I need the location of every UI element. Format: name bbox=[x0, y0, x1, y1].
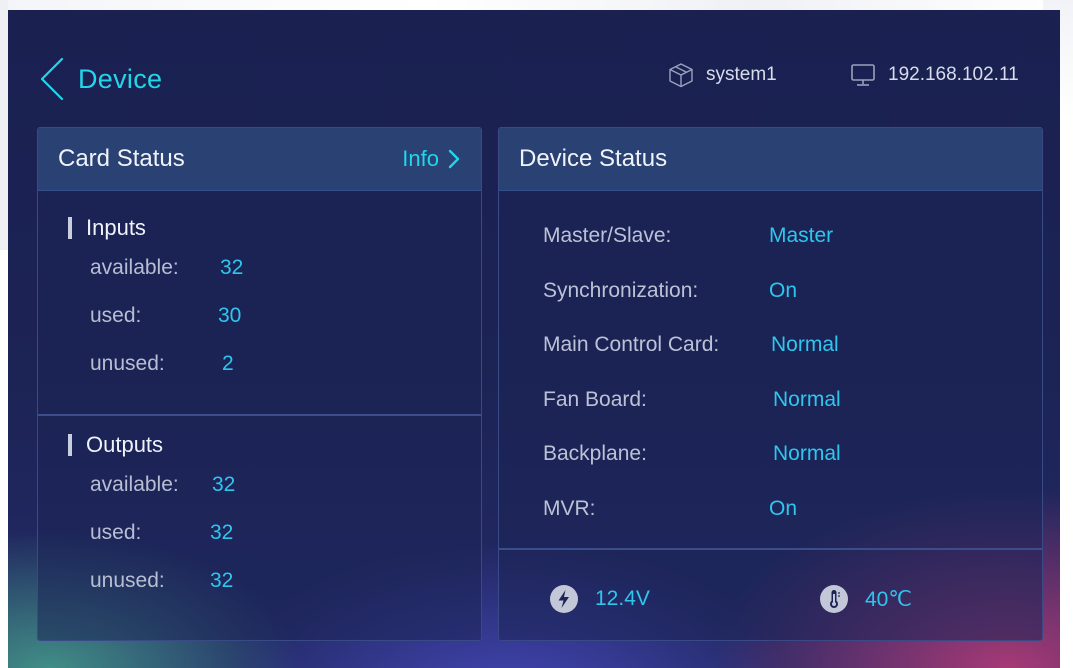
status-label: Main Control Card: bbox=[543, 333, 720, 356]
system-name: system1 bbox=[706, 64, 777, 85]
stat-label: available: bbox=[90, 473, 179, 496]
status-value: Master bbox=[769, 224, 834, 247]
ip-address: 192.168.102.11 bbox=[888, 64, 1019, 85]
stat-value: 30 bbox=[218, 304, 242, 327]
stat-value: 32 bbox=[212, 473, 236, 496]
stat-label: used: bbox=[90, 521, 142, 544]
ip-indicator: 192.168.102.11 bbox=[850, 62, 1019, 88]
device-status-title: Device Status bbox=[519, 145, 668, 172]
status-value: Normal bbox=[773, 387, 841, 411]
status-value: Normal bbox=[773, 442, 841, 465]
chevron-left-icon[interactable] bbox=[38, 56, 66, 102]
device-status-header: Device Status bbox=[499, 128, 1042, 191]
card-status-title: Card Status bbox=[58, 145, 185, 172]
monitor-icon bbox=[851, 64, 875, 86]
main-control-card-row: Main Control Card: Normal bbox=[499, 323, 1042, 378]
outputs-section: Outputs available: 32 used: 32 unused: 3… bbox=[38, 425, 481, 609]
stat-label: unused: bbox=[90, 569, 165, 592]
outputs-title-text: Outputs bbox=[86, 432, 164, 457]
stat-value: 32 bbox=[220, 256, 244, 279]
status-value: On bbox=[769, 278, 798, 302]
voltage-indicator: 12.4V bbox=[549, 584, 650, 614]
status-value: On bbox=[769, 496, 798, 520]
outputs-used-row: used: 32 bbox=[90, 513, 481, 561]
section-marker bbox=[68, 434, 72, 456]
card-status-panel: Card Status Info Inputs available: 32 us… bbox=[37, 127, 482, 641]
inputs-title: Inputs bbox=[68, 208, 481, 248]
stat-value: 2 bbox=[222, 352, 234, 375]
device-status-list: Master/Slave: Master Synchronization: On… bbox=[499, 214, 1042, 541]
chevron-right-icon bbox=[448, 149, 460, 169]
back-button[interactable]: Device bbox=[38, 56, 162, 102]
section-marker bbox=[68, 217, 72, 239]
frame-top-decoration bbox=[0, 0, 1073, 10]
cube-icon bbox=[669, 63, 693, 88]
stat-value: 32 bbox=[210, 521, 234, 544]
page-title: Device bbox=[78, 63, 163, 94]
outputs-available-row: available: 32 bbox=[90, 465, 481, 513]
master-slave-row: Master/Slave: Master bbox=[499, 214, 1042, 269]
device-screen: Device system1 192.168.102.11 Card Statu… bbox=[8, 10, 1060, 668]
status-label: Synchronization: bbox=[543, 278, 699, 302]
stat-label: available: bbox=[90, 256, 179, 279]
status-label: Fan Board: bbox=[543, 387, 647, 411]
fan-board-row: Fan Board: Normal bbox=[499, 378, 1042, 433]
info-label: Info bbox=[402, 146, 439, 171]
section-divider bbox=[38, 414, 481, 416]
mvr-row: MVR: On bbox=[499, 487, 1042, 542]
status-label: Master/Slave: bbox=[543, 224, 672, 247]
system-indicator: system1 bbox=[668, 62, 777, 88]
status-value: Normal bbox=[771, 333, 839, 356]
stat-label: unused: bbox=[90, 352, 165, 375]
thermometer-icon bbox=[820, 585, 848, 613]
synchronization-row: Synchronization: On bbox=[499, 269, 1042, 324]
stat-label: used: bbox=[90, 304, 142, 327]
voltage-value: 12.4V bbox=[595, 587, 650, 610]
header: Device system1 192.168.102.11 bbox=[8, 10, 1060, 128]
inputs-title-text: Inputs bbox=[86, 215, 146, 240]
card-status-header: Card Status Info bbox=[38, 128, 481, 191]
inputs-used-row: used: 30 bbox=[90, 296, 481, 344]
inputs-section: Inputs available: 32 used: 30 unused: 2 bbox=[38, 208, 481, 392]
status-label: MVR: bbox=[543, 496, 596, 520]
status-label: Backplane: bbox=[543, 442, 647, 465]
backplane-row: Backplane: Normal bbox=[499, 432, 1042, 487]
temperature-indicator: 40℃ bbox=[819, 584, 912, 614]
temperature-value: 40℃ bbox=[865, 587, 912, 611]
outputs-title: Outputs bbox=[68, 425, 481, 465]
device-status-panel: Device Status Master/Slave: Master Synch… bbox=[498, 127, 1043, 641]
device-footer: 12.4V 40℃ bbox=[499, 550, 1042, 640]
frame-left-decoration bbox=[0, 0, 8, 250]
lightning-icon bbox=[550, 585, 578, 613]
stat-value: 32 bbox=[210, 569, 234, 592]
info-button[interactable]: Info bbox=[402, 146, 461, 172]
outputs-unused-row: unused: 32 bbox=[90, 561, 481, 609]
inputs-available-row: available: 32 bbox=[90, 248, 481, 296]
inputs-unused-row: unused: 2 bbox=[90, 344, 481, 392]
